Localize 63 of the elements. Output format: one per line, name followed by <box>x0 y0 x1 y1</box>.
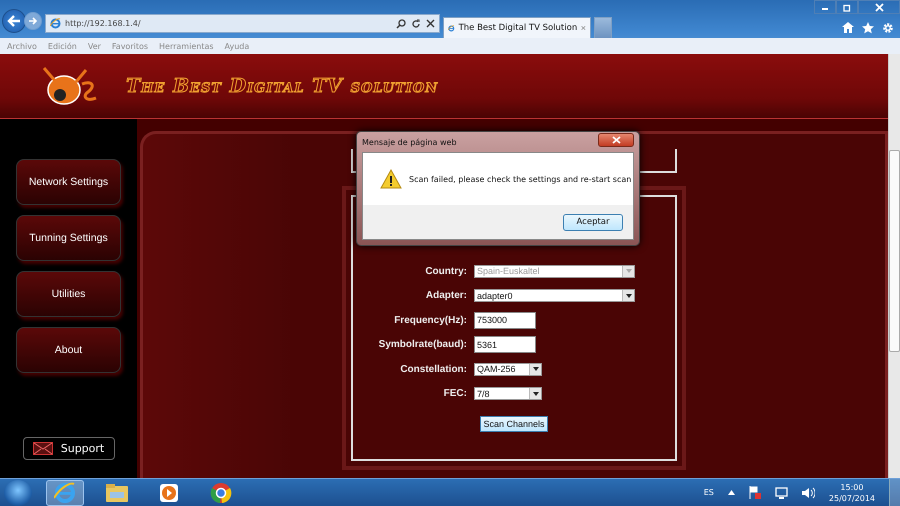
home-icon[interactable] <box>842 22 854 33</box>
field-label: FEC: <box>442 388 468 400</box>
sidebar-item[interactable]: Network Settings <box>16 159 121 205</box>
field-label: Country: <box>424 266 468 277</box>
clock-date: 25/07/2014 <box>828 492 875 504</box>
browser-round-icon <box>210 482 232 504</box>
media-player-icon <box>160 484 178 502</box>
dropdown[interactable]: 7/8 <box>474 387 542 400</box>
scan-channels-button[interactable]: Scan Channels <box>480 416 548 432</box>
field-label: Adapter: <box>424 290 468 302</box>
settings-icon[interactable] <box>882 22 894 34</box>
forward-button[interactable] <box>24 12 42 30</box>
restore-icon <box>842 2 852 12</box>
warning-icon <box>380 169 402 189</box>
close-icon <box>874 2 884 12</box>
star-icon[interactable] <box>862 22 874 34</box>
site-title: The Best Digital TV solution <box>126 75 438 97</box>
dropdown-arrow-icon <box>626 294 632 298</box>
tab-label: The Best Digital TV Solution <box>458 23 578 33</box>
field-label: Symbolrate(baud): <box>378 339 468 350</box>
sidebar-item[interactable]: Tunning Settings <box>16 215 121 261</box>
browser-icon <box>50 18 61 29</box>
input-field[interactable]: 5361 <box>474 336 536 354</box>
dropdown-arrow-icon <box>532 392 538 396</box>
speaker-icon[interactable] <box>802 486 815 498</box>
browser-icon <box>54 482 76 504</box>
close-icon[interactable] <box>426 19 435 28</box>
input-field[interactable]: 753000 <box>474 312 536 329</box>
caret-icon[interactable] <box>728 490 735 495</box>
network-icon[interactable] <box>774 486 788 498</box>
scrollbar-thumb[interactable] <box>889 150 900 352</box>
dropdown[interactable]: adapter0 <box>474 289 635 302</box>
close-icon <box>612 136 620 144</box>
search-icon[interactable] <box>396 18 406 28</box>
minimize-button[interactable] <box>814 0 836 14</box>
restore-button[interactable] <box>836 0 858 14</box>
dialog-message: Scan failed, please check the settings and re-start scan <box>409 174 632 184</box>
dropdown-arrow-icon <box>532 367 538 372</box>
browser-icon <box>448 22 455 34</box>
language-indicator[interactable]: ES <box>704 488 714 497</box>
dialog-title: Mensaje de página web <box>362 138 457 146</box>
scrollbar[interactable] <box>888 54 900 478</box>
envelope-icon <box>32 442 53 455</box>
field-label: Frequency(Hz): <box>393 314 468 326</box>
address-field[interactable]: http://192.168.1.4/ <box>45 14 440 33</box>
dropdown-arrow-icon <box>626 269 632 274</box>
back-arrow-icon <box>7 15 21 27</box>
refresh-icon[interactable] <box>411 18 421 28</box>
start-button[interactable] <box>4 480 32 506</box>
back-button[interactable] <box>2 9 26 33</box>
support-button[interactable]: Support <box>22 437 114 460</box>
clock-time: 15:00 <box>840 482 864 492</box>
forward-arrow-icon <box>28 16 38 26</box>
dropdown[interactable]: QAM-256 <box>474 362 542 376</box>
sidebar-item[interactable]: About <box>16 327 121 373</box>
close-button[interactable] <box>858 0 900 14</box>
accept-button[interactable]: Aceptar <box>563 214 623 230</box>
flag-icon[interactable] <box>748 486 761 499</box>
close-button[interactable] <box>598 133 634 147</box>
sidebar-item[interactable]: Utilities <box>16 271 121 317</box>
folder-icon <box>106 484 128 502</box>
browser-tab[interactable]: The Best Digital TV Solution <box>443 17 591 38</box>
field-label: Constellation: <box>399 364 468 375</box>
